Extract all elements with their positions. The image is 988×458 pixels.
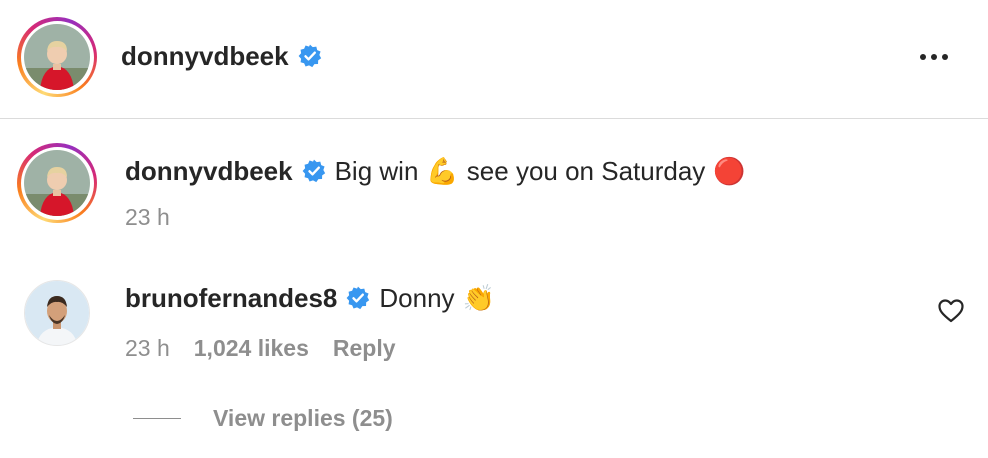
header-avatar[interactable] [17,17,97,97]
caption-line: donnyvdbeek Big win 💪 see you on Saturda… [125,152,746,190]
red-circle-emoji: 🔴 [713,155,746,186]
view-replies-line [133,418,181,419]
comment-line: brunofernandes8 Donny 👏 [125,279,495,317]
verified-badge-icon [302,159,325,183]
header-username[interactable]: donnyvdbeek [121,41,289,72]
reply-button[interactable]: Reply [333,335,396,362]
comment-meta: 23 h 1,024 likes Reply [125,335,396,362]
comment-username[interactable]: brunofernandes8 [125,283,337,314]
header-divider [0,118,988,119]
caption-timestamp[interactable]: 23 h [125,204,170,231]
caption-text-part1: Big win [334,155,419,186]
comment-timestamp[interactable]: 23 h [125,335,170,362]
view-replies-button[interactable]: View replies (25) [213,405,393,432]
heart-icon[interactable] [938,299,964,323]
caption-avatar[interactable] [17,143,97,223]
verified-badge-icon [346,286,370,310]
header-avatar-photo [24,24,90,90]
comment-avatar[interactable] [24,280,90,346]
comment-likes[interactable]: 1,024 likes [194,335,309,362]
flexed-biceps-emoji: 💪 [426,155,459,186]
more-options-icon[interactable] [920,54,948,60]
header-user[interactable]: donnyvdbeek [121,38,322,74]
caption-avatar-photo [24,150,90,216]
caption-username[interactable]: donnyvdbeek [125,156,293,187]
verified-badge-icon [298,44,321,68]
comment-text: Donny [379,282,455,313]
caption-text-part2: see you on Saturday [466,155,706,186]
clapping-hands-emoji: 👏 [462,282,495,313]
